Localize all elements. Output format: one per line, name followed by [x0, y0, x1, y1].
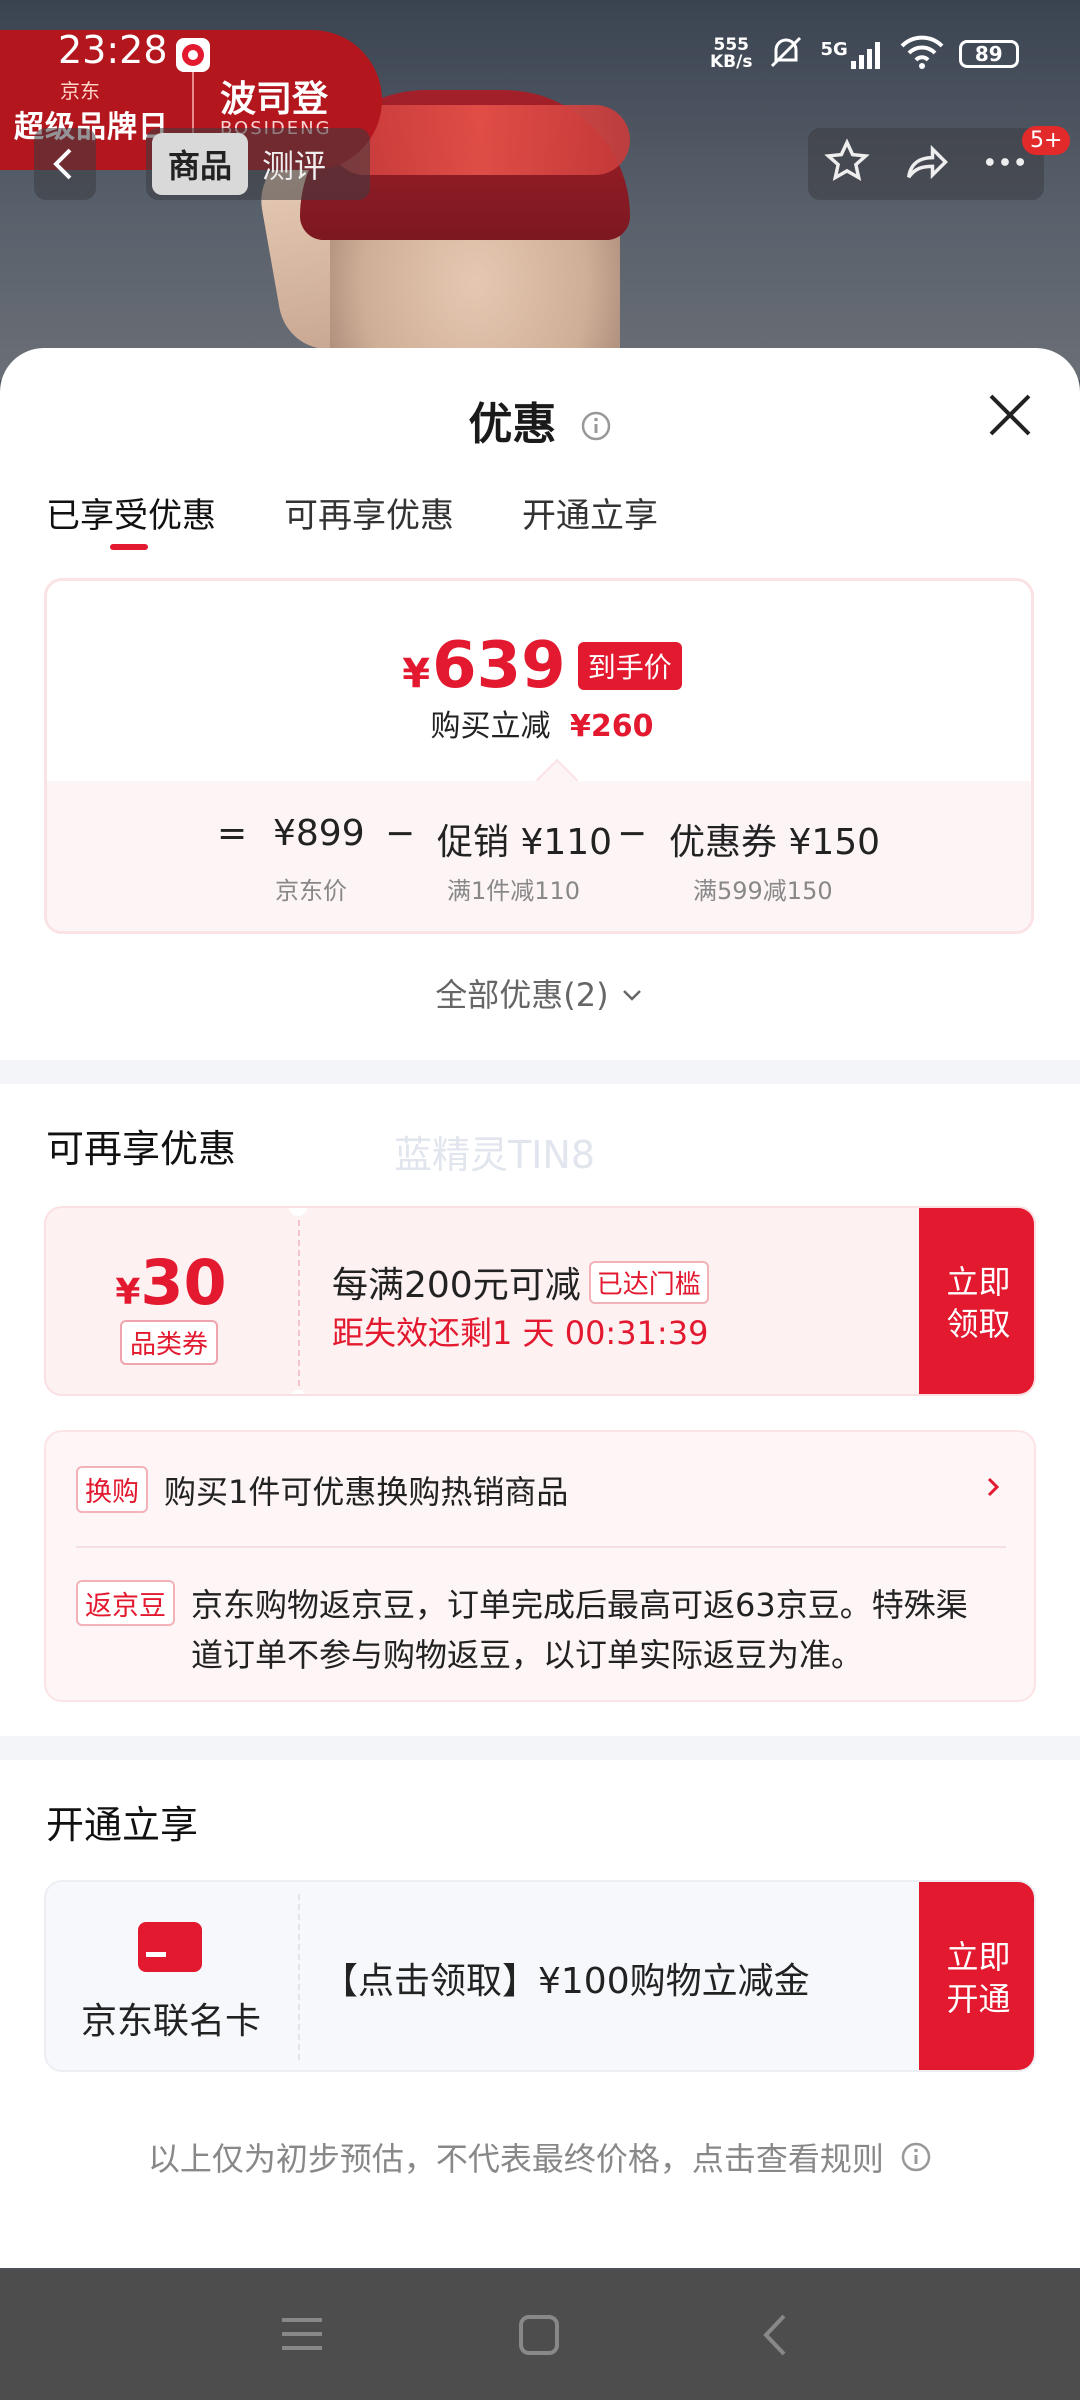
open-section-title: 开通立享: [46, 1803, 199, 1847]
extra-benefits-box: 换购 购买1件可优惠换购热销商品 返京豆 京东购物返京豆，订单完成后最高可返63…: [44, 1430, 1036, 1702]
offer-tabs: 已享受优惠 可再享优惠 开通立享: [46, 488, 658, 537]
close-icon: [989, 394, 1031, 436]
info-icon: [900, 2141, 932, 2181]
tab-review[interactable]: 测评: [248, 133, 340, 195]
exchange-tag: 换购: [76, 1466, 148, 1513]
tab-indicator: [110, 544, 148, 550]
card-name: 京东联名卡: [80, 2001, 261, 2042]
chevron-right-icon[interactable]: [982, 1470, 1006, 1513]
status-time: 23:28: [58, 28, 168, 72]
tab-product[interactable]: 商品: [152, 133, 249, 195]
cut-line: 购买立减 ¥260: [430, 709, 654, 744]
coupon-value: ¥30: [115, 1246, 227, 1319]
open-card-button[interactable]: 立即 开通: [919, 1882, 1034, 2070]
wifi-icon: [899, 34, 945, 74]
claim-coupon-button[interactable]: 立即 领取: [919, 1208, 1034, 1394]
price-breakdown-card: ¥639 到手价 购买立减 ¥260 = ¥899 − 促销 ¥110 − 优惠…: [44, 578, 1034, 934]
menu-icon[interactable]: [280, 2314, 324, 2358]
tab-open[interactable]: 开通立享: [522, 488, 658, 537]
chevron-left-icon: [53, 148, 72, 180]
final-price-tag: 到手价: [577, 642, 682, 690]
star-icon[interactable]: [821, 136, 873, 192]
top-actions: [808, 128, 1044, 200]
coupon-condition: 每满200元可减 已达门槛: [332, 1256, 709, 1308]
coupon-amount: 优惠券 ¥150: [669, 822, 881, 863]
card-offer-text: 【点击领取】¥100购物立减金: [322, 1961, 810, 2002]
status-icons: 555 KB/s 5G 89: [710, 32, 1019, 76]
brand-name: 波司登: [220, 79, 329, 120]
jd-price: ¥899: [273, 813, 365, 854]
section-divider: [0, 1736, 1080, 1760]
cut-amount: ¥260: [570, 709, 654, 744]
beans-text: 京东购物返京豆，订单完成后最高可返63京豆。特殊渠道订单不参与购物返豆，以订单实…: [191, 1586, 968, 1674]
back-button[interactable]: [34, 128, 96, 200]
threshold-reached-tag: 已达门槛: [588, 1260, 709, 1304]
promo-amount: 促销 ¥110: [437, 822, 613, 863]
tab-enjoyed[interactable]: 已享受优惠: [46, 488, 216, 537]
coupon-countdown: 距失效还剩1 天 00:31:39: [332, 1314, 709, 1352]
credit-card-icon: [138, 1922, 202, 1972]
message-badge: 5+: [1022, 126, 1071, 155]
net-speed: 555 KB/s: [710, 35, 753, 72]
final-price: 639: [432, 629, 566, 703]
jd-beans-row: 返京豆 京东购物返京豆，订单完成后最高可返63京豆。特殊渠道订单不参与购物返豆，…: [76, 1580, 996, 1680]
tab-more[interactable]: 可再享优惠: [284, 488, 454, 537]
beans-tag: 返京豆: [76, 1580, 175, 1626]
chevron-down-icon: [619, 978, 645, 1016]
co-brand-card-offer[interactable]: 京东联名卡 【点击领取】¥100购物立减金 立即 开通: [44, 1880, 1036, 2072]
sheet-title: 优惠: [468, 399, 557, 450]
mute-icon: [766, 32, 806, 76]
sheet-title-row: 优惠: [0, 388, 1080, 453]
back-nav-icon[interactable]: [760, 2312, 790, 2362]
all-offers-toggle[interactable]: 全部优惠(2): [0, 970, 1080, 1016]
category-coupon: ¥30 品类券 每满200元可减 已达门槛 距失效还剩1 天 00:31:39 …: [44, 1206, 1036, 1396]
info-icon[interactable]: [580, 402, 612, 453]
coupon-type-tag: 品类券: [120, 1320, 219, 1365]
home-icon[interactable]: [518, 2314, 560, 2360]
jd-small-label: 京东: [60, 79, 100, 103]
system-navigation-bar: [0, 2270, 1080, 2400]
page-segment-switch[interactable]: 商品 测评: [146, 128, 370, 200]
battery-indicator: 89: [958, 40, 1019, 68]
section-divider: [0, 1060, 1080, 1084]
signal-icon: 5G: [820, 39, 884, 69]
share-icon[interactable]: [900, 136, 952, 192]
rules-footnote[interactable]: 以上仅为初步预估，不代表最终价格，点击查看规则: [0, 2134, 1080, 2181]
close-button[interactable]: [985, 390, 1035, 440]
app-notification-icon: [176, 38, 210, 72]
final-price-row: ¥639 到手价: [47, 629, 1031, 703]
watermark: 蓝精灵TIN8: [394, 1133, 596, 1177]
more-offers-title: 可再享优惠: [46, 1127, 237, 1171]
exchange-text: 购买1件可优惠换购热销商品: [164, 1472, 569, 1511]
exchange-row[interactable]: 换购 购买1件可优惠换购热销商品: [76, 1466, 568, 1513]
